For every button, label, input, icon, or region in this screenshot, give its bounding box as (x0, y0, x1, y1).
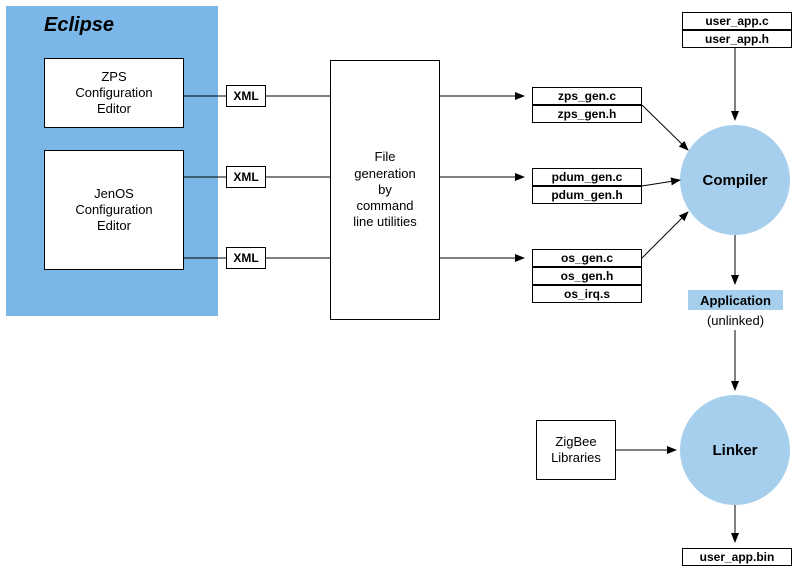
file-user-h-label: user_app.h (705, 32, 769, 46)
file-output-bin: user_app.bin (682, 548, 792, 566)
filegen-label: File generation by command line utilitie… (353, 149, 417, 230)
file-generation-box: File generation by command line utilitie… (330, 60, 440, 320)
file-zps-h-label: zps_gen.h (558, 107, 617, 121)
file-os-h-label: os_gen.h (561, 269, 614, 283)
file-user-c: user_app.c (682, 12, 792, 30)
file-pdum-c: pdum_gen.c (532, 168, 642, 186)
linker-node: Linker (680, 395, 790, 505)
xml-label-2: XML (233, 170, 258, 184)
file-zps-c-label: zps_gen.c (558, 89, 616, 103)
compiler-label: Compiler (702, 172, 767, 189)
jenos-label: JenOS Configuration Editor (75, 186, 152, 235)
xml-label-3: XML (233, 251, 258, 265)
file-zps-c: zps_gen.c (532, 87, 642, 105)
file-pdum-c-label: pdum_gen.c (552, 170, 623, 184)
file-user-h: user_app.h (682, 30, 792, 48)
app-status: (unlinked) (688, 310, 783, 330)
file-os-c-label: os_gen.c (561, 251, 613, 265)
file-os-c: os_gen.c (532, 249, 642, 267)
linker-label: Linker (712, 442, 757, 459)
jenos-config-editor: JenOS Configuration Editor (44, 150, 184, 270)
xml-box-3: XML (226, 247, 266, 269)
file-os-irq-label: os_irq.s (564, 287, 610, 301)
xml-label-1: XML (233, 89, 258, 103)
compiler-node: Compiler (680, 125, 790, 235)
zps-label: ZPS Configuration Editor (75, 69, 152, 118)
zps-config-editor: ZPS Configuration Editor (44, 58, 184, 128)
file-user-c-label: user_app.c (705, 14, 768, 28)
zigbee-label: ZigBee Libraries (551, 434, 601, 467)
application-unlinked: Application (unlinked) (688, 290, 783, 330)
file-pdum-h-label: pdum_gen.h (551, 188, 622, 202)
file-os-irq: os_irq.s (532, 285, 642, 303)
file-pdum-h: pdum_gen.h (532, 186, 642, 204)
xml-box-1: XML (226, 85, 266, 107)
xml-box-2: XML (226, 166, 266, 188)
zigbee-libraries: ZigBee Libraries (536, 420, 616, 480)
app-title: Application (688, 290, 783, 310)
file-zps-h: zps_gen.h (532, 105, 642, 123)
eclipse-title: Eclipse (44, 14, 114, 37)
output-label: user_app.bin (700, 550, 775, 564)
file-os-h: os_gen.h (532, 267, 642, 285)
